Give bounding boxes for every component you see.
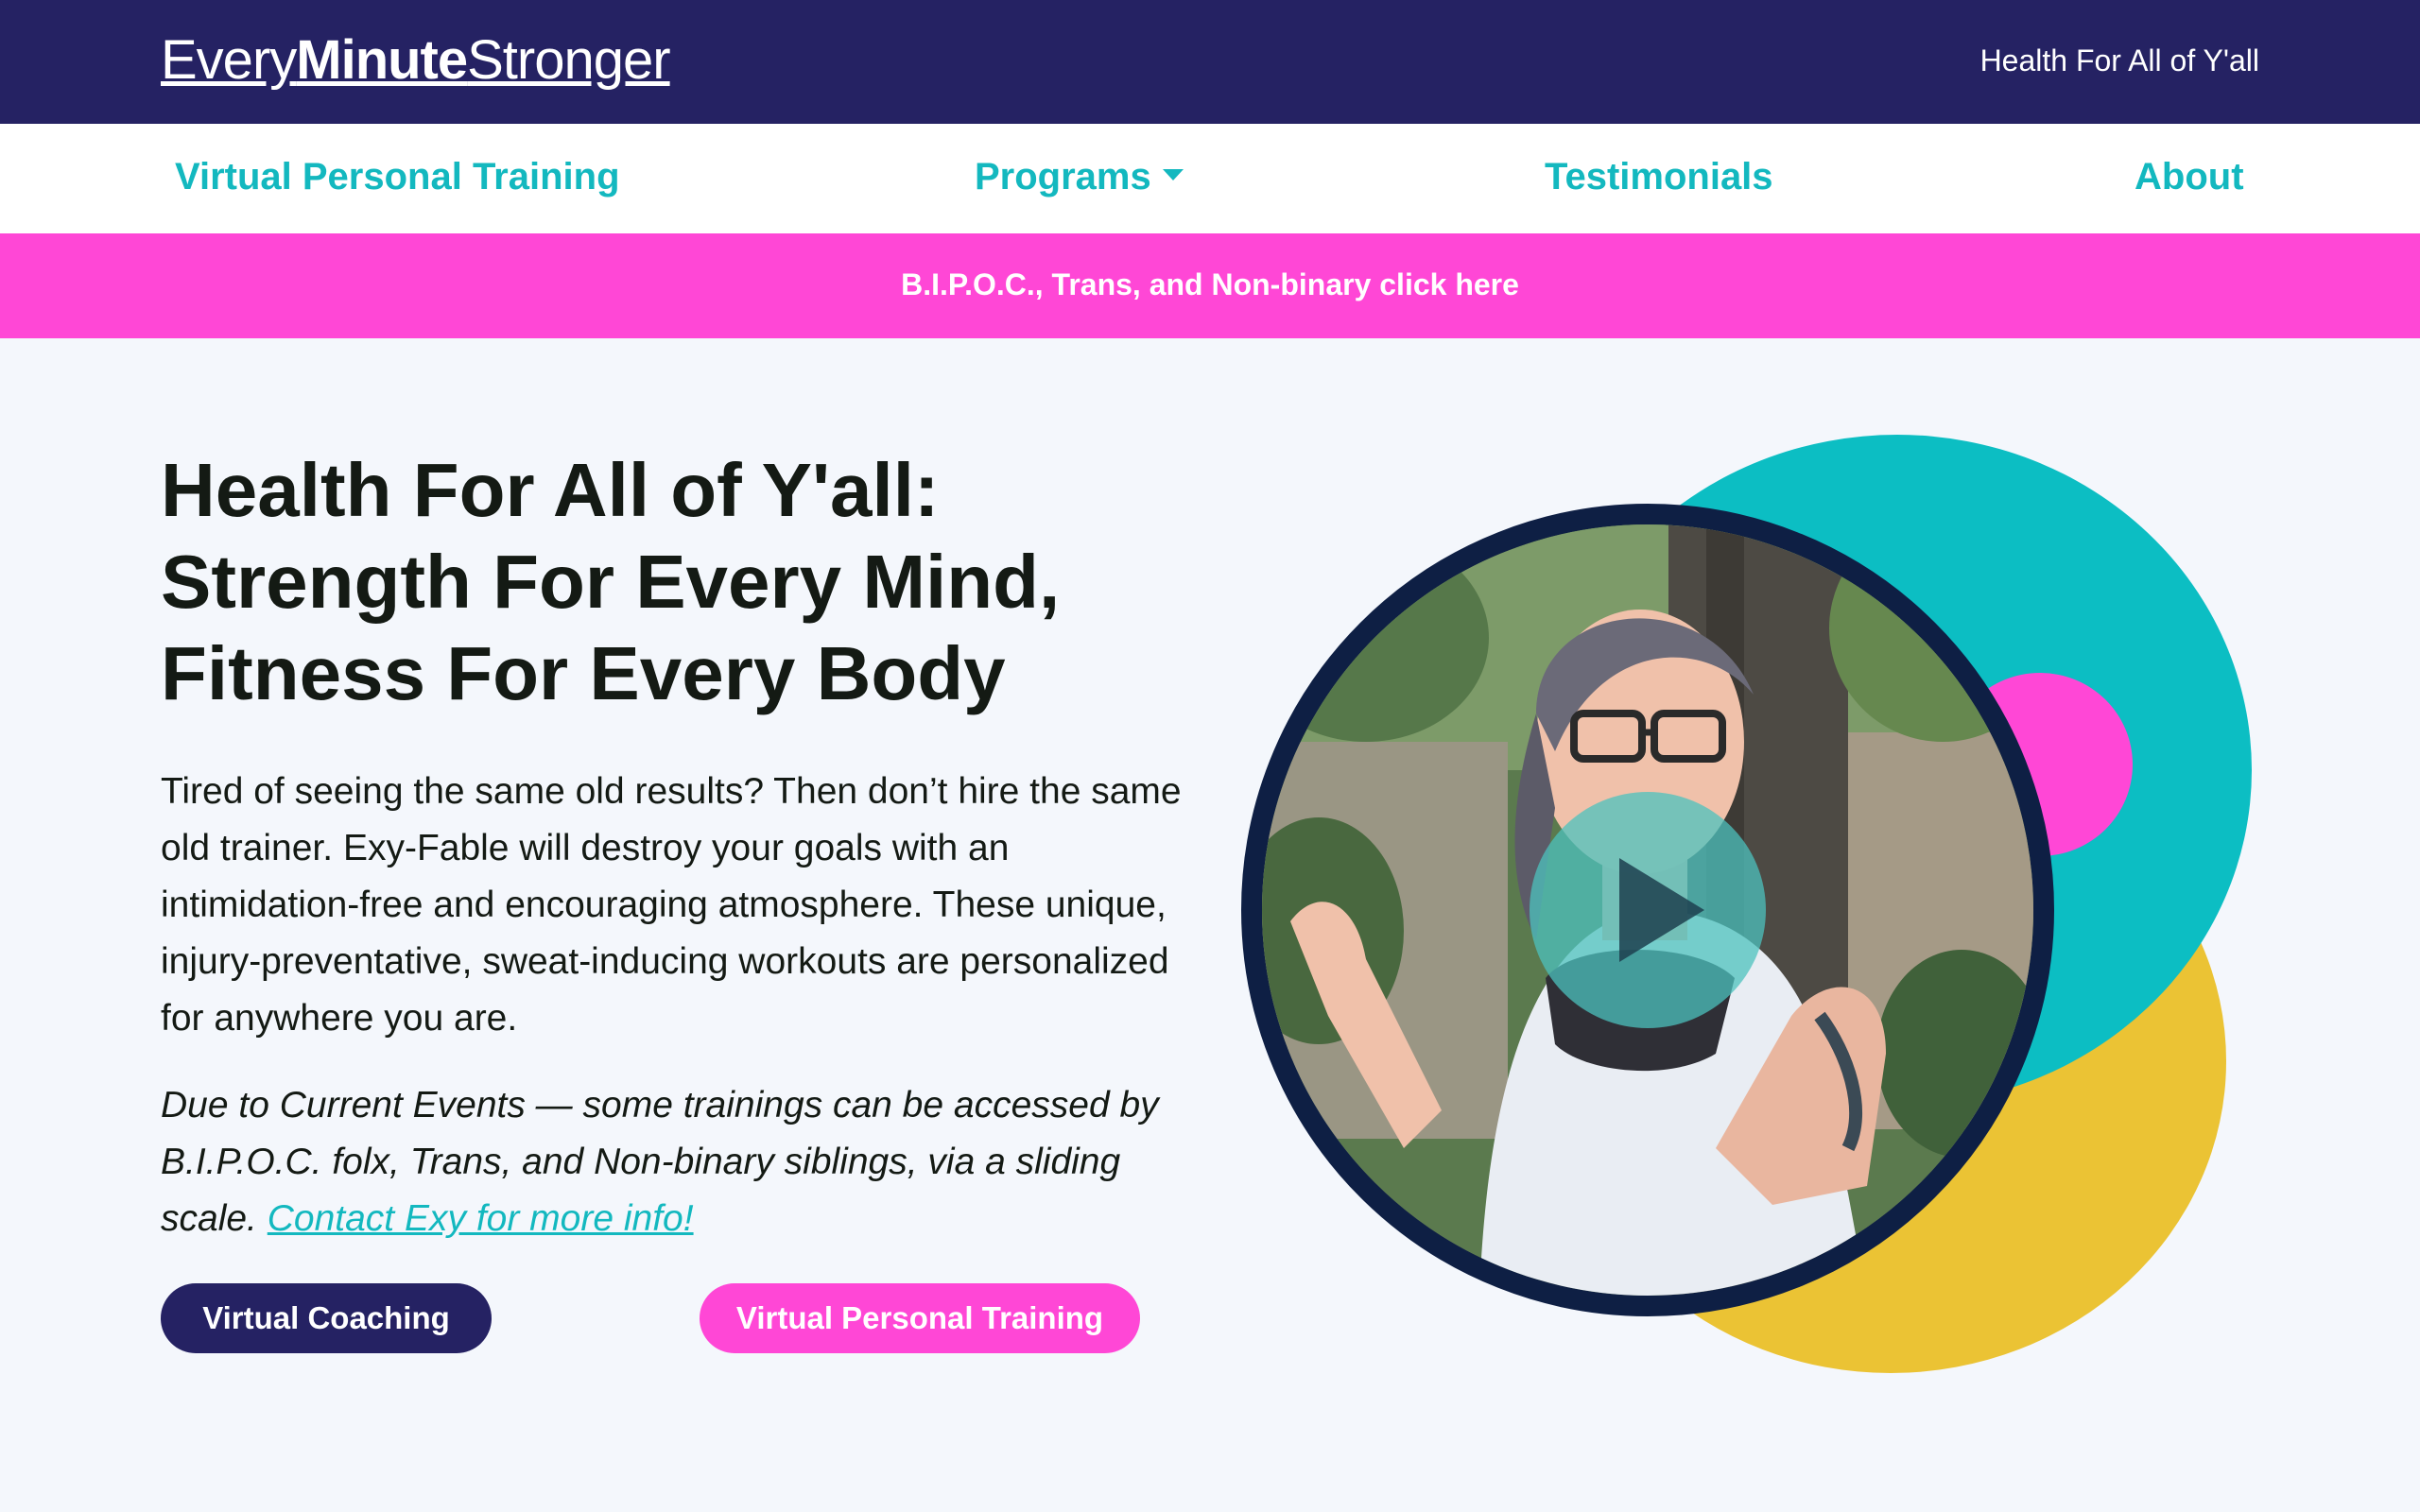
nav-label: Programs (975, 156, 1151, 198)
top-header: EveryMinuteStronger Health For All of Y'… (0, 0, 2420, 124)
main-nav: Virtual Personal Training Programs Testi… (0, 124, 2420, 233)
logo-part-stronger: Stronger (467, 29, 670, 91)
hero-notice: Due to Current Events — some trainings c… (161, 1077, 1210, 1247)
announcement-banner: B.I.P.O.C., Trans, and Non-binary click … (0, 233, 2420, 338)
logo-part-minute: Minute (296, 29, 468, 91)
contact-exy-link[interactable]: Contact Exy for more info! (268, 1198, 694, 1239)
nav-about[interactable]: About (2135, 156, 2244, 198)
hero-title-line-3: Fitness For Every Body (161, 631, 1006, 715)
site-logo[interactable]: EveryMinuteStronger (161, 28, 671, 92)
logo-part-every: Every (161, 29, 297, 91)
nav-testimonials[interactable]: Testimonials (1545, 156, 1773, 198)
hero-title-line-2: Strength For Every Mind, (161, 540, 1061, 624)
play-button[interactable] (1530, 792, 1766, 1028)
nav-virtual-personal-training[interactable]: Virtual Personal Training (175, 156, 620, 198)
hero-title: Health For All of Y'all: Strength For Ev… (161, 444, 1248, 719)
play-icon (1619, 858, 1704, 962)
chevron-down-icon (1162, 169, 1184, 181)
virtual-coaching-button[interactable]: Virtual Coaching (161, 1283, 492, 1353)
hero-intro-text: Tired of seeing the same old results? Th… (161, 771, 1182, 1039)
banner-link[interactable]: B.I.P.O.C., Trans, and Non-binary click … (901, 267, 1519, 302)
header-tagline-link[interactable]: Health For All of Y'all (1980, 43, 2259, 78)
nav-label: Virtual Personal Training (175, 156, 620, 198)
hero-title-line-1: Health For All of Y'all: (161, 448, 940, 532)
nav-label: Testimonials (1545, 156, 1773, 198)
nav-programs-dropdown[interactable]: Programs (975, 156, 1184, 198)
virtual-personal-training-button[interactable]: Virtual Personal Training (700, 1283, 1140, 1353)
nav-label: About (2135, 156, 2244, 198)
